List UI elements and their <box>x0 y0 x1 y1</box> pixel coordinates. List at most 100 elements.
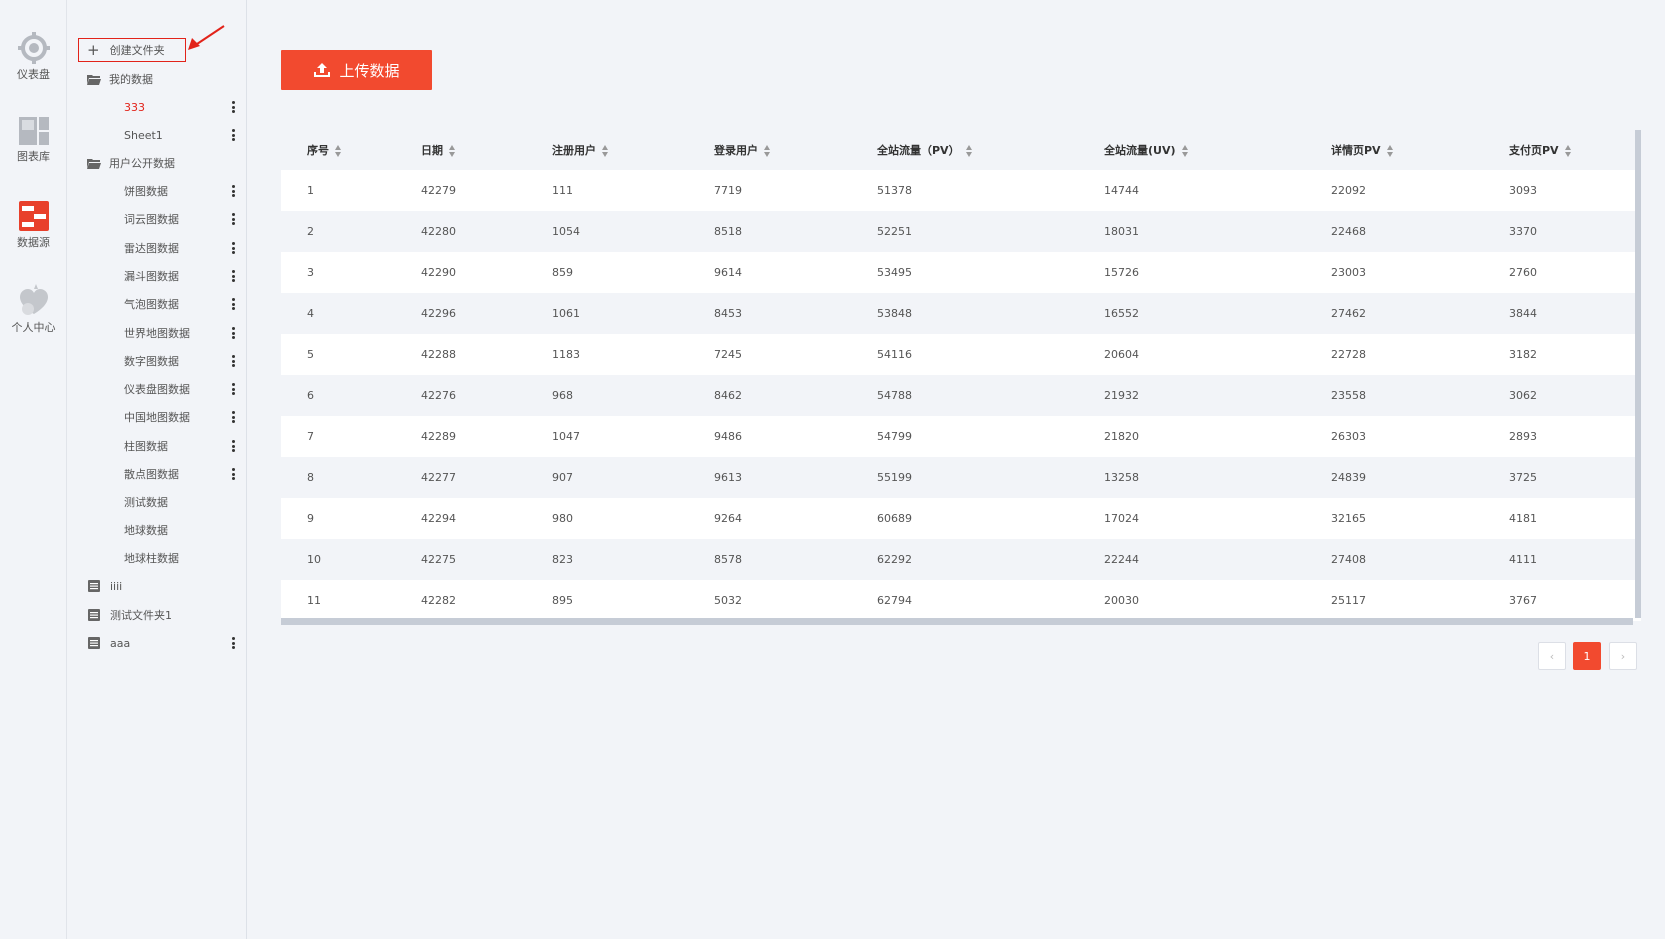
table-cell: 32165 <box>1331 512 1366 525</box>
table-cell: 23003 <box>1331 266 1366 279</box>
rail-item-chart-library[interactable]: 图表库 <box>0 116 67 164</box>
column-header[interactable]: 注册用户 <box>526 130 688 170</box>
more-options-icon[interactable] <box>231 637 235 649</box>
column-header[interactable]: 详情页PV <box>1305 130 1483 170</box>
tree-item-333[interactable]: 333 <box>68 96 247 118</box>
column-header[interactable]: 全站流量（PV） <box>851 130 1078 170</box>
upload-data-button[interactable]: 上传数据 <box>281 50 432 90</box>
folder-public-data[interactable]: 用户公开数据 <box>68 152 247 174</box>
folder-label: 测试文件夹1 <box>110 609 172 622</box>
chart-library-icon <box>18 117 49 145</box>
sort-icon[interactable] <box>764 145 771 157</box>
sort-icon[interactable] <box>602 145 609 157</box>
more-options-icon[interactable] <box>231 440 235 452</box>
table-header-row: 序号 日期 注册用户 登录用户 全站流量（PV） 全站流量(UV) 详情页PV … <box>281 130 1641 170</box>
sort-icon[interactable] <box>1181 145 1189 157</box>
tree-item[interactable]: 地球数据 <box>68 519 247 541</box>
table-row: 7 42289 1047 9486 54799 21820 26303 2893 <box>281 416 1641 457</box>
dataset-label: 地球数据 <box>124 524 168 537</box>
column-header-label: 详情页PV <box>1331 144 1381 157</box>
tree-item[interactable]: 雷达图数据 <box>68 237 247 259</box>
table-cell: 27462 <box>1331 307 1366 320</box>
column-header[interactable]: 支付页PV <box>1483 130 1641 170</box>
tree-item[interactable]: 散点图数据 <box>68 463 247 485</box>
table-cell: 8462 <box>714 389 742 402</box>
more-options-icon[interactable] <box>231 411 235 423</box>
tree-item[interactable]: 中国地图数据 <box>68 406 247 428</box>
column-header[interactable]: 全站流量(UV) <box>1078 130 1305 170</box>
folder-aaa[interactable]: aaa <box>68 632 247 654</box>
more-options-icon[interactable] <box>231 468 235 480</box>
tree-item[interactable]: 地球柱数据 <box>68 547 247 569</box>
folder-test-folder-1[interactable]: 测试文件夹1 <box>68 604 247 626</box>
table-row: 8 42277 907 9613 55199 13258 24839 3725 <box>281 457 1641 498</box>
dataset-label: 世界地图数据 <box>124 327 190 340</box>
table-cell: 27408 <box>1331 553 1366 566</box>
more-options-icon[interactable] <box>231 213 235 225</box>
sort-icon[interactable] <box>965 145 973 157</box>
table-cell: 17024 <box>1104 512 1139 525</box>
table-row: 4 42296 1061 8453 53848 16552 27462 3844 <box>281 293 1641 334</box>
tree-item[interactable]: 柱图数据 <box>68 435 247 457</box>
column-header[interactable]: 登录用户 <box>688 130 851 170</box>
table-cell: 10 <box>307 553 321 566</box>
rail-item-dashboard[interactable]: 仪表盘 <box>0 32 67 82</box>
more-options-icon[interactable] <box>231 185 235 197</box>
column-header-label: 全站流量(UV) <box>1104 144 1176 157</box>
more-options-icon[interactable] <box>231 355 235 367</box>
sort-icon[interactable] <box>1386 145 1394 157</box>
more-options-icon[interactable] <box>231 383 235 395</box>
tree-item-sheet1[interactable]: Sheet1 <box>68 124 247 146</box>
tree-item[interactable]: 仪表盘图数据 <box>68 378 247 400</box>
table-cell: 22728 <box>1331 348 1366 361</box>
more-options-icon[interactable] <box>231 270 235 282</box>
dataset-label: Sheet1 <box>124 128 163 142</box>
table-cell: 26303 <box>1331 430 1366 443</box>
rail-item-user-center[interactable]: 个人中心 <box>0 283 67 335</box>
tree-item[interactable]: 测试数据 <box>68 491 247 513</box>
table-cell: 62292 <box>877 553 912 566</box>
column-header-label: 登录用户 <box>714 144 758 157</box>
dataset-label: 测试数据 <box>124 496 168 509</box>
table-cell: 7719 <box>714 184 742 197</box>
table-cell: 9614 <box>714 266 742 279</box>
table-cell: 6 <box>307 389 314 402</box>
icon-rail: 仪表盘 图表库 数据源 个人中心 <box>0 0 67 939</box>
vertical-scrollbar[interactable] <box>1635 130 1641 618</box>
more-options-icon[interactable] <box>231 129 235 141</box>
tree-item[interactable]: 世界地图数据 <box>68 322 247 344</box>
tree-item[interactable]: 数字图数据 <box>68 350 247 372</box>
sort-icon[interactable] <box>1564 145 1572 157</box>
folder-my-data[interactable]: 我的数据 <box>68 68 247 90</box>
tree-item[interactable]: 气泡图数据 <box>68 293 247 315</box>
tree-item[interactable]: 漏斗图数据 <box>68 265 247 287</box>
column-header[interactable]: 日期 <box>395 130 526 170</box>
table-cell: 11 <box>307 594 321 607</box>
tree-item[interactable]: 词云图数据 <box>68 208 247 230</box>
create-folder-button[interactable]: + 创建文件夹 <box>78 38 186 62</box>
dataset-label: 仪表盘图数据 <box>124 383 190 396</box>
tree-item[interactable]: 饼图数据 <box>68 180 247 202</box>
rail-label: 仪表盘 <box>17 68 50 81</box>
page-number-button[interactable]: 1 <box>1573 642 1601 670</box>
table-cell: 51378 <box>877 184 912 197</box>
table-cell: 42276 <box>421 389 456 402</box>
sort-icon[interactable] <box>335 145 342 157</box>
table-cell: 22468 <box>1331 225 1366 238</box>
more-options-icon[interactable] <box>231 101 235 113</box>
more-options-icon[interactable] <box>231 327 235 339</box>
table-cell: 907 <box>552 471 573 484</box>
dataset-label: 333 <box>124 100 145 114</box>
more-options-icon[interactable] <box>231 242 235 254</box>
horizontal-scrollbar[interactable] <box>281 618 1633 625</box>
rail-item-data-source[interactable]: 数据源 <box>0 200 67 250</box>
more-options-icon[interactable] <box>231 298 235 310</box>
table-cell: 3182 <box>1509 348 1537 361</box>
table-cell: 968 <box>552 389 573 402</box>
next-page-button[interactable]: › <box>1609 642 1637 670</box>
prev-page-button[interactable]: ‹ <box>1538 642 1566 670</box>
sort-icon[interactable] <box>449 145 456 157</box>
column-header[interactable]: 序号 <box>281 130 395 170</box>
table-cell: 3062 <box>1509 389 1537 402</box>
folder-iiii[interactable]: iiii <box>68 575 247 597</box>
